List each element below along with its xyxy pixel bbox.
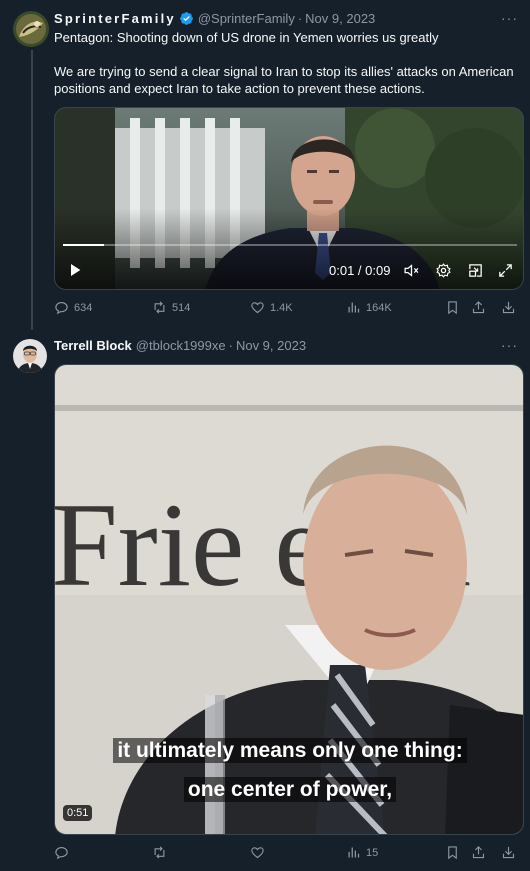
repost-icon — [154, 301, 165, 314]
repost-count: 514 — [172, 301, 191, 314]
like-count: 1.4K — [270, 301, 293, 314]
views-icon — [348, 847, 360, 858]
video-player[interactable]: Frie e ch it ultimately means only one t… — [54, 364, 524, 835]
reply-count: 634 — [74, 301, 93, 314]
reply-button[interactable]: 634 — [54, 300, 92, 315]
share-icon[interactable] — [471, 300, 486, 315]
handle[interactable]: @SprinterFamily — [198, 11, 295, 26]
views-icon — [348, 302, 360, 313]
bookmark-icon[interactable] — [445, 845, 460, 860]
repost-button[interactable] — [152, 845, 172, 860]
views-count: 164K — [366, 301, 392, 314]
download-icon[interactable] — [501, 300, 516, 315]
tweet-header: SprinterFamily @SprinterFamily · Nov 9, … — [54, 8, 375, 28]
repost-icon — [154, 846, 165, 859]
avatar-sprinterfamily[interactable] — [13, 11, 49, 47]
thread-connector-line — [31, 50, 33, 330]
video-player[interactable]: 0:01 / 0:09 — [54, 107, 524, 290]
video-progress-track[interactable] — [63, 244, 517, 246]
views-button[interactable]: 15 — [346, 845, 378, 860]
reply-icon — [55, 301, 68, 315]
video-subtitle-line1: it ultimately means only one thing: — [55, 738, 523, 763]
display-name[interactable]: SprinterFamily — [54, 11, 176, 26]
video-time: 0:01 / 0:09 — [329, 263, 391, 278]
timestamp[interactable]: Nov 9, 2023 — [236, 338, 306, 353]
tweet-header: Terrell Block @tblock1999xe · Nov 9, 202… — [54, 335, 306, 355]
video-frame: Frie e ch — [55, 365, 523, 834]
tweet-actions: 15 — [54, 845, 520, 865]
avatar-terrellblock[interactable] — [13, 339, 47, 373]
views-button[interactable]: 164K — [346, 300, 392, 315]
like-button[interactable] — [250, 845, 270, 860]
tweet-text-paragraph: We are trying to send a clear signal to … — [54, 64, 514, 96]
more-options-button[interactable]: ··· — [501, 337, 518, 353]
separator-dot: · — [297, 10, 303, 26]
settings-icon[interactable] — [435, 262, 452, 279]
repost-button[interactable]: 514 — [152, 300, 190, 315]
video-duration-badge: 0:51 — [63, 805, 93, 821]
download-icon[interactable] — [501, 845, 516, 860]
play-icon[interactable] — [67, 262, 83, 278]
display-name[interactable]: Terrell Block — [54, 338, 132, 353]
bookmark-icon[interactable] — [445, 300, 460, 315]
pip-icon[interactable] — [467, 262, 484, 279]
video-progress-fill — [63, 244, 104, 246]
share-icon[interactable] — [471, 845, 486, 860]
reply-icon — [55, 846, 68, 860]
volume-icon[interactable] — [403, 262, 420, 279]
more-options-button[interactable]: ··· — [501, 10, 518, 26]
separator-dot: · — [228, 337, 233, 353]
tweet-sprinterfamily[interactable]: SprinterFamily @SprinterFamily · Nov 9, … — [0, 0, 530, 330]
views-count: 15 — [366, 846, 379, 859]
like-icon — [251, 847, 264, 859]
video-frame — [55, 108, 523, 289]
video-subtitle-line2: one center of power, — [55, 777, 523, 802]
handle[interactable]: @tblock1999xe — [136, 338, 226, 353]
like-icon — [251, 302, 264, 314]
verified-badge-icon — [179, 11, 193, 25]
tweet-terrellblock[interactable]: Terrell Block @tblock1999xe · Nov 9, 202… — [0, 330, 530, 871]
fullscreen-icon[interactable] — [497, 262, 514, 279]
timestamp[interactable]: Nov 9, 2023 — [305, 11, 375, 26]
like-button[interactable]: 1.4K — [250, 300, 293, 315]
tweet-text-line1: Pentagon: Shooting down of US drone in Y… — [54, 30, 439, 45]
reply-button[interactable] — [54, 845, 74, 860]
tweet-actions: 634 514 1.4K 164K — [54, 300, 520, 320]
